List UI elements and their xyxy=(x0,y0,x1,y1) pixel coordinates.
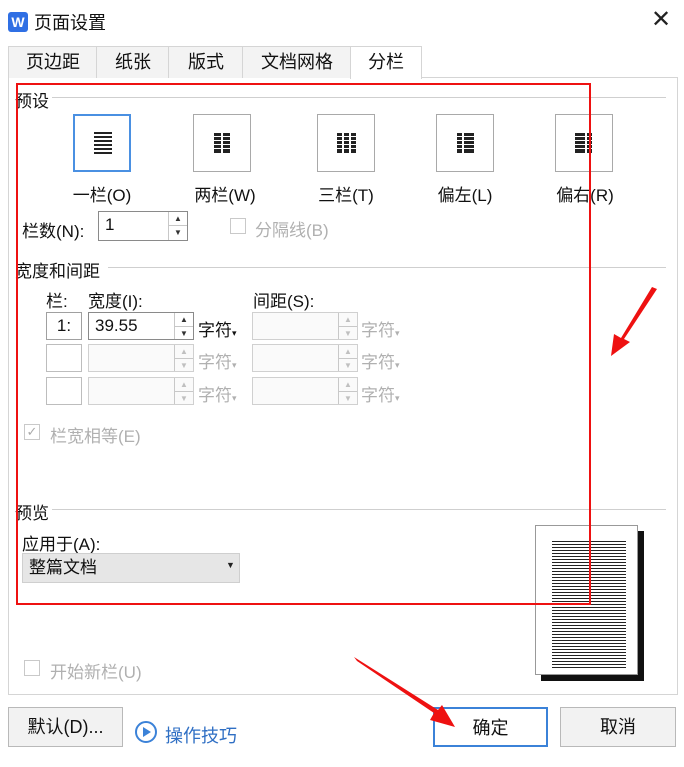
annotation-arrow-right xyxy=(611,287,657,356)
annotation-arrow-bottom xyxy=(354,657,455,727)
annotation-arrows xyxy=(354,287,657,727)
